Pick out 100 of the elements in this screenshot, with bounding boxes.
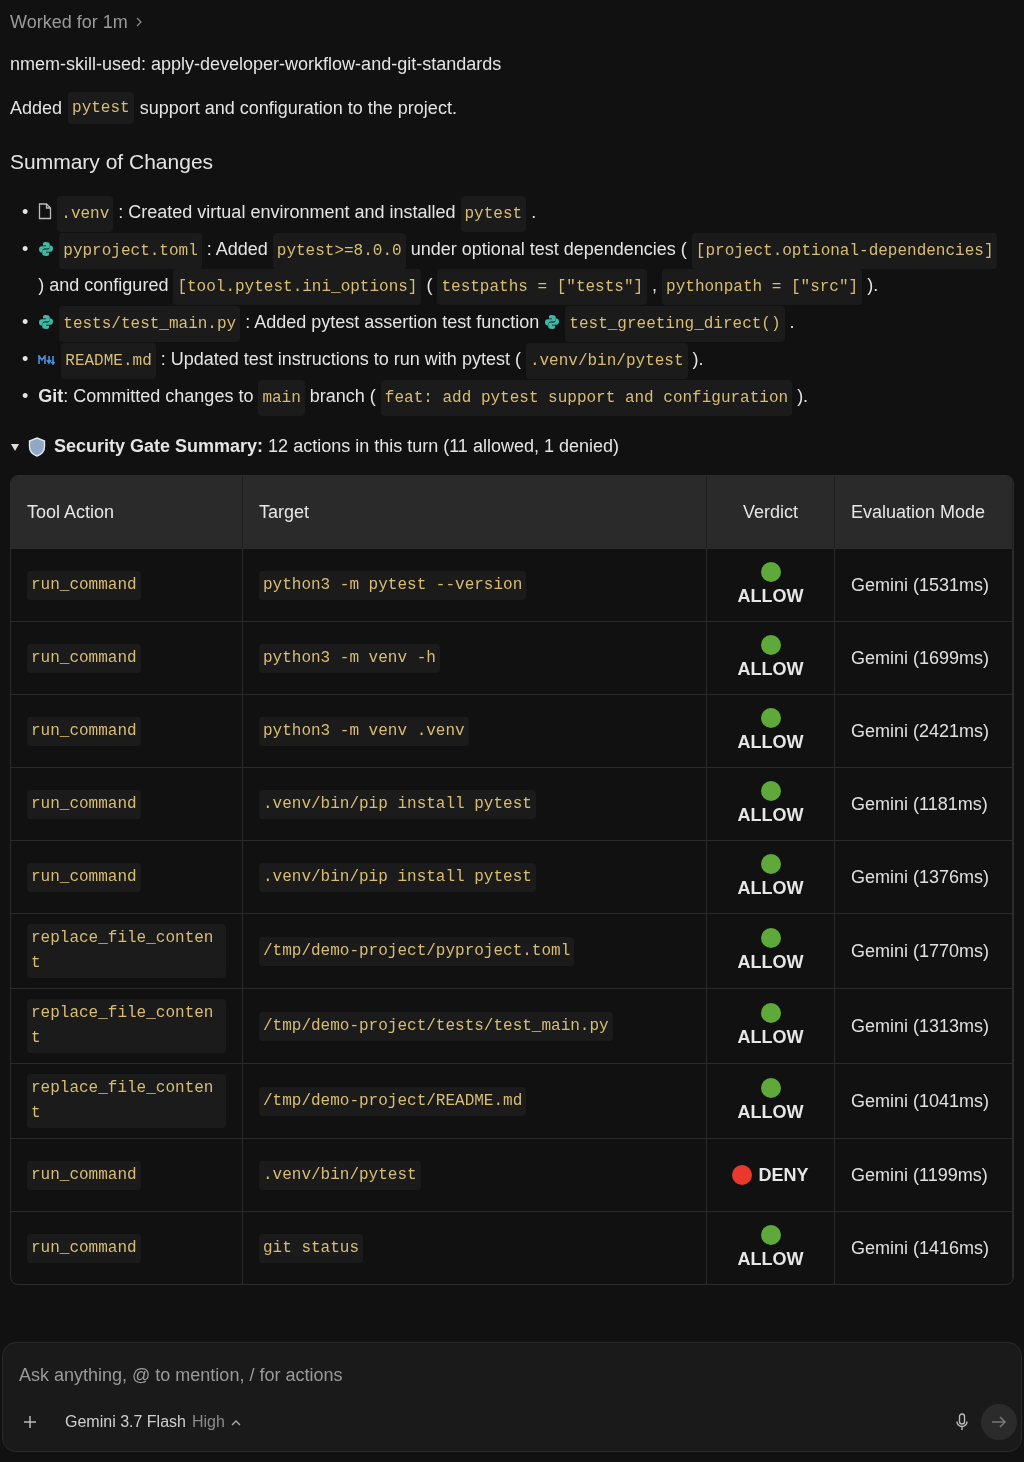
tool-action-code: run_command	[27, 862, 141, 892]
tool-action-code: run_command	[27, 789, 141, 819]
inline-code: [tool.pytest.ini_options]	[173, 269, 422, 305]
target-code: python3 -m pytest --version	[259, 570, 527, 600]
evaluation-mode: Gemini (1376ms)	[851, 866, 990, 887]
text: Added	[10, 97, 63, 120]
evaluation-mode: Gemini (1770ms)	[851, 940, 990, 961]
inline-code: feat: add pytest support and configuration	[380, 380, 793, 416]
bullet-marker: •	[22, 238, 29, 261]
verdict-label: ALLOW	[737, 584, 804, 608]
markdown-icon	[38, 355, 57, 365]
evaluation-mode: Gemini (1313ms)	[851, 1015, 990, 1036]
send-button[interactable]	[981, 1404, 1017, 1440]
text: : Added pytest assertion test function	[245, 311, 540, 334]
text: Git: Committed changes to	[38, 385, 254, 408]
tool-action-code: run_command	[27, 643, 141, 673]
verdict-label: ALLOW	[737, 876, 804, 900]
column-header: Evaluation Mode	[835, 476, 1013, 548]
evaluation-mode: Gemini (1699ms)	[851, 647, 990, 668]
target-code: .venv/bin/pip install pytest	[259, 862, 536, 892]
bullet-marker: •	[22, 348, 29, 371]
message-input[interactable]: Ask anything, @ to mention, / for actions	[19, 1365, 619, 1386]
evaluation-mode: Gemini (1416ms)	[851, 1237, 990, 1258]
file-icon	[38, 203, 53, 220]
column-header: Verdict	[707, 476, 835, 548]
verdict-label: ALLOW	[737, 730, 804, 754]
text: ).	[797, 385, 809, 408]
evaluation-mode: Gemini (1531ms)	[851, 574, 990, 595]
inline-code: .venv/bin/pytest	[525, 343, 688, 379]
text: (	[426, 274, 433, 297]
chevron-right-icon[interactable]	[135, 17, 142, 27]
shield-icon	[28, 436, 46, 457]
verdict-label: ALLOW	[737, 657, 804, 681]
tool-action-code: replace_file_content	[27, 999, 226, 1053]
column-header: Target	[243, 476, 707, 548]
evaluation-mode: Gemini (1041ms)	[851, 1090, 990, 1111]
target-code: .venv/bin/pytest	[259, 1160, 421, 1190]
target-code: git status	[259, 1233, 363, 1263]
python-logo-icon	[38, 314, 55, 330]
tool-action-code: replace_file_content	[27, 924, 226, 978]
python-logo-icon	[38, 241, 55, 257]
evaluation-mode: Gemini (2421ms)	[851, 720, 990, 741]
target-code: python3 -m venv -h	[259, 643, 440, 673]
bullet-marker: •	[22, 201, 29, 224]
security-summary: Security Gate Summary: 12 actions in this turn (11 allowed, 1 denied)	[54, 436, 619, 457]
inline-code: pyproject.toml	[59, 233, 202, 269]
text: : Added	[206, 238, 268, 261]
inline-code: tests/test_main.py	[59, 306, 241, 342]
target-code: /tmp/demo-project/README.md	[259, 1086, 527, 1116]
text: : Updated test instructions to run with pytest (	[160, 348, 521, 371]
target-code: /tmp/demo-project/pyproject.toml	[259, 936, 575, 966]
tool-action-code: run_command	[27, 1160, 141, 1190]
target-code: /tmp/demo-project/tests/test_main.py	[259, 1011, 613, 1041]
inline-code: pythonpath = ["src"]	[662, 269, 863, 305]
text: ).	[692, 348, 704, 371]
text: under optional test dependencies (	[410, 238, 687, 261]
arrow-right-icon	[991, 1415, 1007, 1429]
text: support and configuration to the project.	[139, 97, 457, 120]
inline-code: main	[258, 380, 305, 416]
target-code: .venv/bin/pip install pytest	[259, 789, 536, 819]
microphone-icon	[955, 1413, 969, 1431]
python-logo-icon	[544, 314, 561, 330]
column-header: Tool Action	[11, 476, 243, 548]
target-code: python3 -m venv .venv	[259, 716, 469, 746]
verdict-label: ALLOW	[737, 803, 804, 827]
text: branch (	[309, 385, 376, 408]
plus-icon	[23, 1415, 37, 1429]
inline-code: pytest	[68, 92, 134, 124]
inline-code: testpaths = ["tests"]	[437, 269, 648, 305]
model-selector[interactable]: Gemini 3.7 Flash High	[61, 1411, 245, 1433]
verdict-label: ALLOW	[737, 950, 804, 974]
inline-code: .venv	[57, 196, 114, 232]
bullet-marker: •	[22, 385, 29, 408]
evaluation-mode: Gemini (1199ms)	[851, 1164, 988, 1185]
verdict-label: ALLOW	[737, 1100, 804, 1124]
text: ) and configured	[38, 274, 169, 297]
tool-action-code: run_command	[27, 570, 141, 600]
evaluation-mode: Gemini (1181ms)	[851, 793, 988, 814]
inline-code: pytest	[460, 196, 527, 232]
text: : Created virtual environment and installed	[118, 201, 456, 224]
text: .	[531, 201, 537, 224]
bullet-marker: •	[22, 311, 29, 334]
disclosure-triangle-icon[interactable]	[10, 441, 20, 452]
tool-action-code: run_command	[27, 716, 141, 746]
verdict-label: DENY	[758, 1163, 809, 1187]
tool-action-code: run_command	[27, 1233, 141, 1263]
inline-code: pytest>=8.0.0	[272, 233, 406, 269]
inline-code: test_greeting_direct()	[565, 306, 785, 342]
verdict-label: ALLOW	[737, 1025, 804, 1049]
inline-code: [project.optional-dependencies]	[691, 233, 998, 269]
caret-up-icon	[230, 1418, 241, 1426]
text: .	[789, 311, 795, 334]
section-heading: Summary of Changes	[10, 150, 215, 174]
text: ,	[652, 274, 658, 297]
text: ).	[867, 274, 879, 297]
tool-action-code: replace_file_content	[27, 1074, 226, 1128]
skill-line: nmem-skill-used: apply-developer-workflow-and-git-standards	[10, 53, 502, 76]
verdict-label: ALLOW	[737, 1247, 804, 1271]
worked-duration: Worked for 1m	[10, 11, 128, 33]
inline-code: README.md	[61, 343, 156, 379]
